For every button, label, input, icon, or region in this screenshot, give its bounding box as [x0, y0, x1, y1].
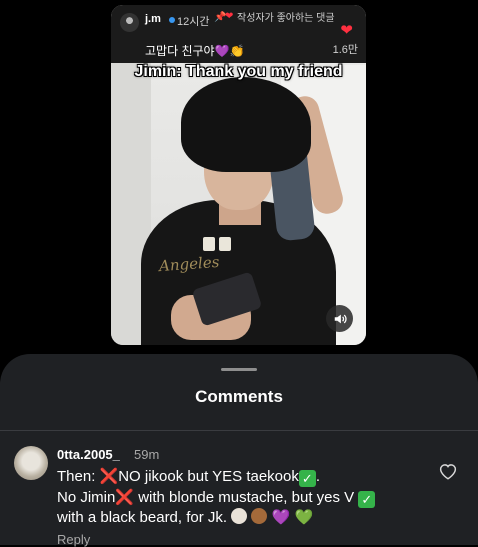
comments-sheet: Comments 0tta.2005_ 59m Then: ❌NO jikook… — [0, 354, 478, 547]
comment-username[interactable]: 0tta.2005_ — [57, 447, 120, 462]
comment-text-segment: with a black beard, for Jk. — [57, 509, 228, 526]
comment-time: 12시간 — [177, 16, 210, 28]
cross-mark-icon: ❌ — [99, 468, 119, 485]
comment-time: 59m — [134, 447, 160, 462]
sound-toggle-button[interactable] — [326, 305, 353, 332]
sheet-title: Comments — [195, 387, 283, 406]
pinned-comment-overlay[interactable]: j.m 12시간 📌 ❤ 작성자가 좋아하는 댓글 고맙다 친구야💜👏 ❤ 1.… — [111, 5, 366, 63]
comment-text-line: with a black beard, for Jk. 💜 💚 — [57, 508, 313, 526]
comment-text-segment: Then: — [57, 468, 100, 485]
comment-text-segment: NO jikook but YES taekook — [118, 468, 299, 485]
comment-text-segment: with blonde mustache, but yes V — [134, 489, 359, 506]
avatar[interactable] — [120, 13, 139, 32]
check-mark-icon: ✓ — [298, 470, 316, 487]
small-heart-icon: ❤ — [225, 11, 234, 22]
comment-text: 고맙다 친구야💜👏 — [145, 44, 245, 58]
comment-username[interactable]: j.m — [145, 13, 161, 25]
check-mark-icon: ✓ — [358, 491, 376, 508]
video-caption: Jimin: Thank you my friend — [134, 63, 343, 80]
comment-text-segment: No Jimin — [57, 489, 116, 506]
purple-heart-icon: 💜 — [271, 509, 291, 526]
green-heart-icon: 💚 — [294, 509, 314, 526]
comment-text-line: No Jimin❌ with blonde mustache, but yes … — [57, 488, 376, 508]
shirt-dice-graphic — [203, 237, 215, 251]
sound-icon — [334, 314, 347, 323]
comment-text-segment: . — [315, 468, 321, 485]
liked-by-author-label: 작성자가 좋아하는 댓글 — [237, 13, 335, 24]
divider — [0, 430, 478, 431]
like-heart-icon[interactable] — [438, 462, 458, 480]
rabbit-emoji-icon — [231, 508, 248, 524]
reel-video[interactable]: Angeles j.m 12시간 📌 ❤ 작성자가 좋아하는 댓글 고맙다 친구… — [111, 5, 366, 345]
shirt-dice-graphic — [219, 237, 231, 251]
bear-emoji-icon — [251, 508, 268, 524]
like-count: 1.6만 — [332, 44, 358, 56]
avatar[interactable] — [14, 446, 48, 480]
verified-badge-icon — [169, 17, 175, 23]
cross-mark-icon: ❌ — [115, 489, 135, 506]
person-hair — [181, 77, 311, 172]
sheet-drag-handle[interactable] — [221, 368, 257, 371]
comment-text-line: Then: ❌NO jikook but YES taekook ✓. — [57, 467, 320, 487]
heart-icon[interactable]: ❤ — [340, 21, 353, 39]
